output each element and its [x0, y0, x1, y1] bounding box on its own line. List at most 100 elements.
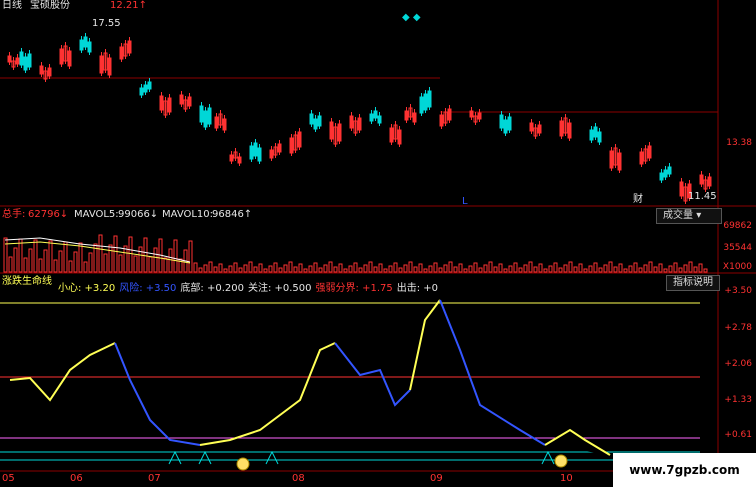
period-label[interactable]: 日线 — [2, 0, 22, 12]
volume-bar — [218, 263, 223, 273]
volume-bar — [393, 262, 398, 273]
volume-bar — [163, 257, 168, 273]
life-line-down — [114, 342, 201, 446]
volume-bar — [88, 252, 93, 273]
candle-body — [99, 55, 104, 74]
volume-bar — [653, 266, 658, 273]
vol-ma10-value: 96846↑ — [212, 209, 253, 220]
indicator-selector[interactable]: 成交量 ▾ — [656, 208, 722, 224]
volume-bar — [658, 263, 663, 273]
volume-bar — [103, 253, 108, 273]
volume-bar — [228, 265, 233, 273]
volume-bar — [373, 266, 378, 273]
volume-bar — [558, 267, 563, 273]
candle-body — [329, 121, 334, 140]
life-line-down — [439, 299, 546, 446]
volume-bar — [18, 238, 23, 273]
volume-bar — [38, 258, 43, 273]
candle-body — [507, 116, 512, 131]
candle-body — [537, 124, 542, 134]
volume-bar — [148, 256, 153, 273]
volume-bar — [513, 262, 518, 273]
smiley-icon — [236, 457, 250, 471]
life-line-up — [9, 342, 116, 402]
candle-body — [439, 114, 444, 127]
price-axis-label: 13.38 — [726, 138, 752, 148]
indicator-item-0: 小心: +3.20 — [58, 283, 116, 294]
volume-bar — [463, 268, 468, 273]
volume-bar — [338, 263, 343, 273]
candle-body — [203, 110, 208, 128]
volume-bar — [153, 247, 158, 273]
watermark: www.7gpzb.com — [613, 453, 756, 487]
volume-bar — [43, 249, 48, 273]
ind-axis-4: +0.61 — [724, 430, 752, 440]
volume-bar — [458, 263, 463, 273]
candle-body — [377, 115, 382, 124]
volume-bar — [263, 268, 268, 273]
volume-bar — [423, 268, 428, 273]
candle-body — [309, 113, 314, 125]
volume-bar — [573, 266, 578, 273]
life-line-up — [199, 342, 336, 446]
volume-bar — [333, 266, 338, 273]
volume-bar — [313, 262, 318, 273]
volume-bar — [113, 235, 118, 273]
candle-body — [297, 131, 302, 148]
candle-body — [389, 127, 394, 143]
candle-body — [609, 150, 614, 169]
volume-bar — [98, 234, 103, 273]
selector-label: 成交量 — [663, 210, 693, 221]
volume-bar — [83, 261, 88, 273]
volume-bar — [493, 266, 498, 273]
high-price-mark: 17.55 — [92, 18, 121, 29]
diamond-icon: ◆ ◆ — [402, 12, 421, 23]
indicator-help-button[interactable]: 指标说明 — [666, 275, 720, 291]
volume-bar — [688, 261, 693, 273]
volume-bar — [643, 264, 648, 273]
vol-axis-top: 69862 — [723, 221, 752, 231]
volume-bar — [673, 262, 678, 273]
candle-body — [679, 181, 684, 197]
volume-bar — [193, 262, 198, 273]
volume-bar — [143, 237, 148, 273]
volume-bar — [648, 261, 653, 273]
x-label-05: 05 — [2, 473, 15, 484]
candle-body — [419, 96, 424, 114]
volume-bar — [298, 263, 303, 273]
candle-body — [59, 48, 64, 65]
volume-bar — [598, 267, 603, 273]
candle-body — [269, 149, 274, 159]
candle-body — [229, 154, 234, 162]
volume-bar — [403, 264, 408, 273]
volume-bar — [578, 263, 583, 273]
volume-bar — [488, 261, 493, 273]
vol-total-label: 总手: — [2, 209, 26, 220]
candle-body — [639, 151, 644, 165]
candle-body — [427, 90, 432, 108]
vol-ma10-label: MAVOL10: — [162, 209, 214, 220]
volume-bar — [293, 266, 298, 273]
volume-bar — [608, 261, 613, 273]
volume-bar — [273, 262, 278, 273]
volume-bar — [238, 267, 243, 273]
volume-bar — [58, 250, 63, 273]
signal-triangle — [265, 450, 279, 465]
candle-body — [83, 36, 88, 48]
volume-bar — [268, 265, 273, 273]
volume-bar — [258, 263, 263, 273]
volume-bar — [693, 266, 698, 273]
candle-body — [253, 142, 258, 157]
volume-bar — [583, 268, 588, 273]
volume-bar — [48, 240, 53, 273]
candle-body — [23, 56, 28, 71]
volume-bar — [473, 262, 478, 273]
ind-axis-1: +2.78 — [724, 323, 752, 333]
volume-bar — [308, 265, 313, 273]
volume-bar — [503, 268, 508, 273]
volume-bar — [568, 261, 573, 273]
volume-bar — [23, 257, 28, 273]
candle-body — [567, 122, 572, 139]
volume-bar — [223, 268, 228, 273]
candle-body — [249, 145, 254, 160]
